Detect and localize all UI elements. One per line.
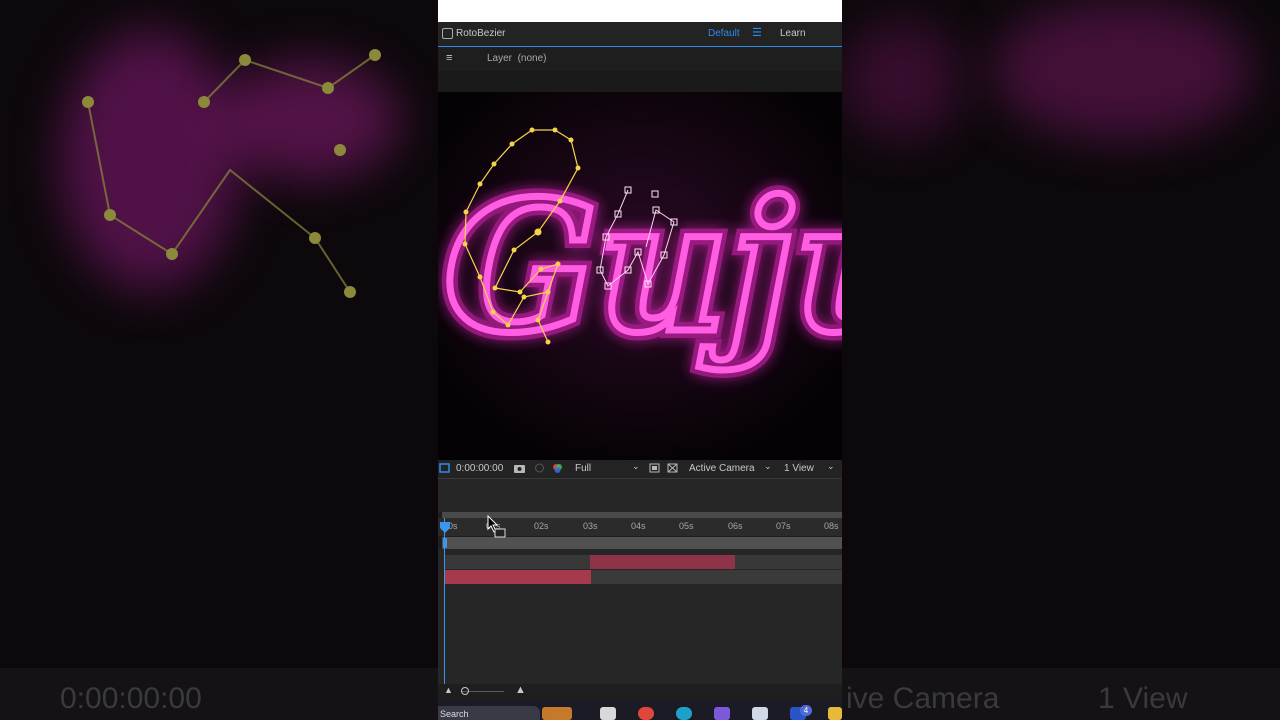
tick-label: 07s	[776, 521, 791, 531]
background-right-text-b: 1 View	[1098, 682, 1188, 715]
layer-duration-bar[interactable]	[590, 555, 735, 569]
background-left-text: 0:00:00:00	[60, 682, 202, 715]
widget-icon[interactable]	[542, 707, 572, 720]
background-right: ive Camera 1 View	[842, 0, 1280, 720]
playhead-icon[interactable]	[440, 520, 450, 550]
tick-label: 06s	[728, 521, 743, 531]
background-right-bar: ive Camera 1 View	[842, 668, 1280, 720]
workspace-default-tab[interactable]: Default	[708, 28, 740, 39]
notification-badge: 4	[800, 705, 812, 716]
windows-taskbar: Search 4	[438, 700, 842, 720]
background-path-icon	[82, 49, 381, 298]
rotobezier-checkbox[interactable]	[442, 28, 453, 39]
zoom-slider-handle[interactable]	[461, 687, 469, 695]
workspace-bar: RotoBezier Default ☰ Learn	[438, 22, 842, 47]
region-of-interest-icon[interactable]	[439, 463, 450, 473]
camera-dropdown[interactable]: Active Camera	[689, 463, 755, 474]
workspace-menu-icon[interactable]: ☰	[752, 26, 762, 39]
color-channels-icon[interactable]	[552, 463, 563, 473]
camera-snapshot-icon[interactable]	[514, 463, 525, 473]
timeline-layers	[438, 549, 842, 684]
background-left-bar: 0:00:00:00	[0, 668, 438, 720]
show-snapshot-icon[interactable]	[534, 463, 545, 473]
neon-text-render: Guju Guju	[438, 92, 842, 460]
tick-label: 04s	[631, 521, 646, 531]
store-icon[interactable]	[752, 707, 768, 720]
viewer-controls: 0:00:00:00 Full ⌄ Active Camera ⌄ 1 View…	[438, 460, 842, 479]
resolution-dropdown[interactable]: Full	[575, 463, 591, 474]
top-strip	[438, 0, 842, 22]
taskbar-search[interactable]: Search	[438, 706, 540, 720]
tick-label: 02s	[534, 521, 549, 531]
transparency-grid-icon[interactable]	[667, 463, 678, 473]
chevron-down-icon[interactable]: ⌄	[764, 461, 772, 472]
copilot-icon[interactable]	[714, 707, 730, 720]
mouse-cursor-icon	[487, 515, 506, 538]
panel-gap	[438, 71, 842, 92]
tick-label: 05s	[679, 521, 694, 531]
tick-label: 08s	[824, 521, 839, 531]
layer-panel-header: ≡ Layer (none)	[438, 47, 842, 71]
zoom-in-icon[interactable]: ▲	[515, 684, 526, 696]
timeline-header	[438, 479, 842, 512]
chevron-down-icon[interactable]: ⌄	[827, 461, 835, 472]
folder-icon[interactable]	[828, 707, 842, 720]
views-dropdown[interactable]: 1 View	[784, 463, 814, 474]
timecode-display[interactable]: 0:00:00:00	[456, 463, 503, 474]
edge-icon[interactable]	[676, 707, 692, 720]
ae-window: RotoBezier Default ☰ Learn ≡ Layer (none…	[438, 0, 842, 720]
rotobezier-label: RotoBezier	[456, 28, 506, 39]
timeline-footer: ▲ ▲	[438, 684, 842, 700]
background-right-text-a: ive Camera	[846, 682, 1000, 715]
tick-label: 03s	[583, 521, 598, 531]
composition-viewer[interactable]: Guju Guju	[438, 92, 842, 460]
panel-menu-icon[interactable]: ≡	[446, 52, 452, 64]
chrome-icon[interactable]	[638, 707, 654, 720]
chevron-down-icon[interactable]: ⌄	[632, 461, 640, 472]
layer-label: Layer (none)	[487, 53, 547, 64]
workspace-learn-tab[interactable]: Learn	[780, 28, 806, 39]
task-view-icon[interactable]	[600, 707, 616, 720]
background-left: 0:00:00:00	[0, 0, 438, 720]
fast-previews-icon[interactable]	[649, 463, 660, 473]
zoom-out-icon[interactable]: ▲	[444, 685, 453, 695]
layer-duration-bar[interactable]	[444, 570, 591, 584]
